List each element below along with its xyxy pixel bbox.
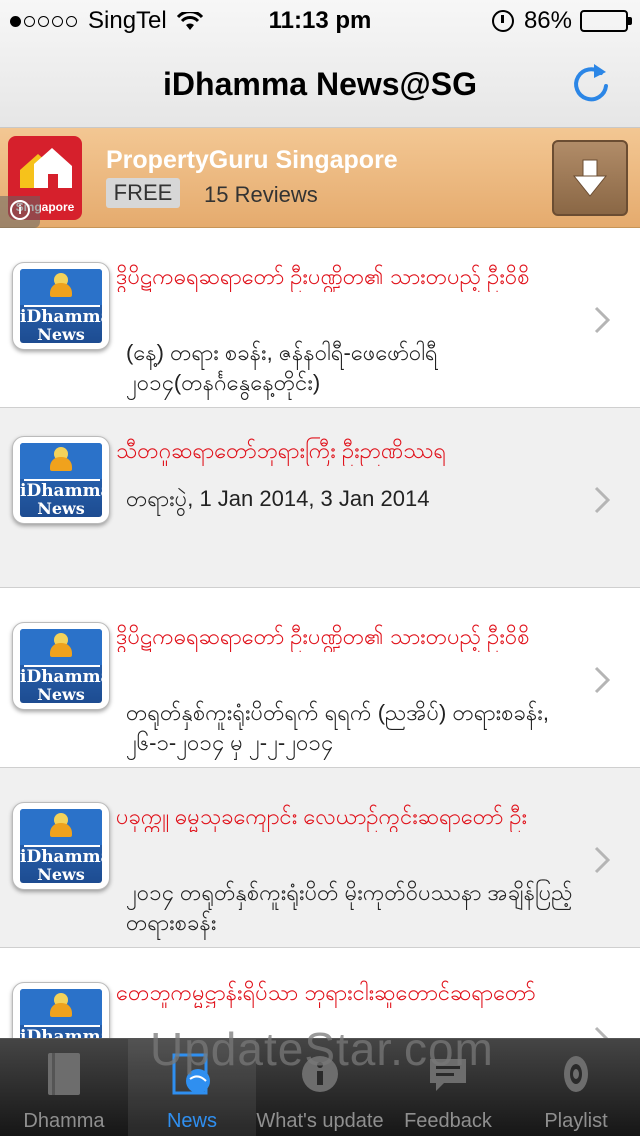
thumbnail-name-line2: News xyxy=(37,499,85,517)
idhamma-news-thumbnail: iDhammaNews xyxy=(12,982,110,1038)
news-subtitle: တရုတ်နှစ်ကူးရုံးပိတ်ရက် ရရက် (ညအိပ်) တရာ… xyxy=(126,700,549,755)
speaker-icon xyxy=(556,1051,596,1097)
idhamma-news-thumbnail: iDhammaNews xyxy=(12,436,110,524)
thumbnail-name-line1: iDhamma xyxy=(20,481,102,501)
idhamma-news-thumbnail: iDhammaNews xyxy=(12,622,110,710)
download-arrow-icon[interactable] xyxy=(552,140,628,216)
news-subtitle: (နေ့) တရား စခန်း, ဇန်နဝါရီ-ဖေဖော်ဝါရီ ၂၀… xyxy=(126,340,438,395)
tab-label: What's update xyxy=(256,1110,384,1132)
tab-playlist[interactable]: Playlist xyxy=(512,1039,640,1136)
news-title: ပခုက္ကူ ဓမ္မသုခကျောင်း လေယာဉ်ကွင်းဆရာတော… xyxy=(116,804,528,829)
news-row[interactable]: iDhammaNewsဒွိပိဋကဓရဆရာတော် ဦးပဏ္ဍိတ၏ သာ… xyxy=(0,228,640,408)
battery-percent: 86% xyxy=(523,7,572,34)
news-subtitle: ၂၀၁၄ တရုတ်နှစ်ကူးရုံးပိတ် မိုးကုတ်ဝိပဿနာ… xyxy=(126,880,573,935)
watermark: UpdateStar.com xyxy=(150,1023,494,1075)
idhamma-news-thumbnail: iDhammaNews xyxy=(12,262,110,350)
thumbnail-name-line1: iDhamma xyxy=(20,847,102,867)
tab-label: Dhamma xyxy=(23,1110,105,1132)
ad-banner[interactable]: Singapore PropertyGuru Singapore FREE 15… xyxy=(0,128,640,228)
news-title: တေဘူကမ္မဋ္ဌာန်းရိပ်သာ ဘုရားငါးဆူတောင်ဆရာ… xyxy=(116,980,536,1005)
chevron-right-icon xyxy=(594,1026,610,1038)
alarm-icon xyxy=(491,10,514,32)
thumbnail-name-line2: News xyxy=(37,865,85,883)
navigation-bar: SingTel 11:13 pm 86% iDhamma News@SG xyxy=(0,0,640,128)
ad-reviews: 15 Reviews xyxy=(204,182,318,207)
thumbnail-name-line2: News xyxy=(37,325,85,343)
news-subtitle: တရားပွဲ, 1 Jan 2014, 3 Jan 2014 xyxy=(126,486,430,511)
ad-title[interactable]: PropertyGuru Singapore xyxy=(106,146,398,175)
ad-price-badge: FREE xyxy=(106,178,180,208)
news-title: သီတဂူဆရာတော်ဘုရားကြီး ဦးဉာဏိဿရ xyxy=(116,438,447,463)
chevron-right-icon xyxy=(594,666,611,694)
news-title: ဒွိပိဋကဓရဆရာတော် ဦးပဏ္ဍိတ၏ သားတပည့် ဦးဝိ… xyxy=(116,624,530,649)
idhamma-news-thumbnail: iDhammaNews xyxy=(12,802,110,890)
thumbnail-name-line1: iDhamma xyxy=(20,307,102,327)
chevron-right-icon xyxy=(594,846,611,874)
tab-dhamma[interactable]: Dhamma xyxy=(0,1039,128,1136)
status-right: 86% xyxy=(491,7,632,35)
news-row[interactable]: iDhammaNewsပခုက္ကူ ဓမ္မသုခကျောင်း လေယာဉ်… xyxy=(0,768,640,948)
page-title: iDhamma News@SG xyxy=(163,66,477,102)
tab-label: Feedback xyxy=(404,1110,492,1132)
news-list: iDhammaNewsဒွိပိဋကဓရဆရာတော် ဦးပဏ္ဍိတ၏ သာ… xyxy=(0,228,640,1038)
status-bar: SingTel 11:13 pm 86% xyxy=(0,0,640,40)
info-icon[interactable]: i xyxy=(0,196,40,228)
battery-icon xyxy=(580,10,632,32)
news-row[interactable]: iDhammaNewsဒွိပိဋကဓရဆရာတော် ဦးပဏ္ဍိတ၏ သာ… xyxy=(0,588,640,768)
refresh-icon[interactable] xyxy=(568,60,614,106)
thumbnail-name-line1: iDhamma xyxy=(20,1027,102,1038)
news-row[interactable]: iDhammaNewsသီတဂူဆရာတော်ဘုရားကြီး ဦးဉာဏိဿ… xyxy=(0,408,640,588)
tab-label: News xyxy=(166,1110,217,1132)
news-title: ဒွိပိဋကဓရဆရာတော် ဦးပဏ္ဍိတ၏ သားတပည့် ဦးဝိ… xyxy=(116,264,530,289)
chevron-right-icon xyxy=(594,486,611,514)
chevron-right-icon xyxy=(594,306,611,334)
tab-label: Playlist xyxy=(544,1110,608,1132)
thumbnail-name-line2: News xyxy=(37,685,85,703)
book-icon xyxy=(44,1051,84,1097)
thumbnail-name-line1: iDhamma xyxy=(20,667,102,687)
